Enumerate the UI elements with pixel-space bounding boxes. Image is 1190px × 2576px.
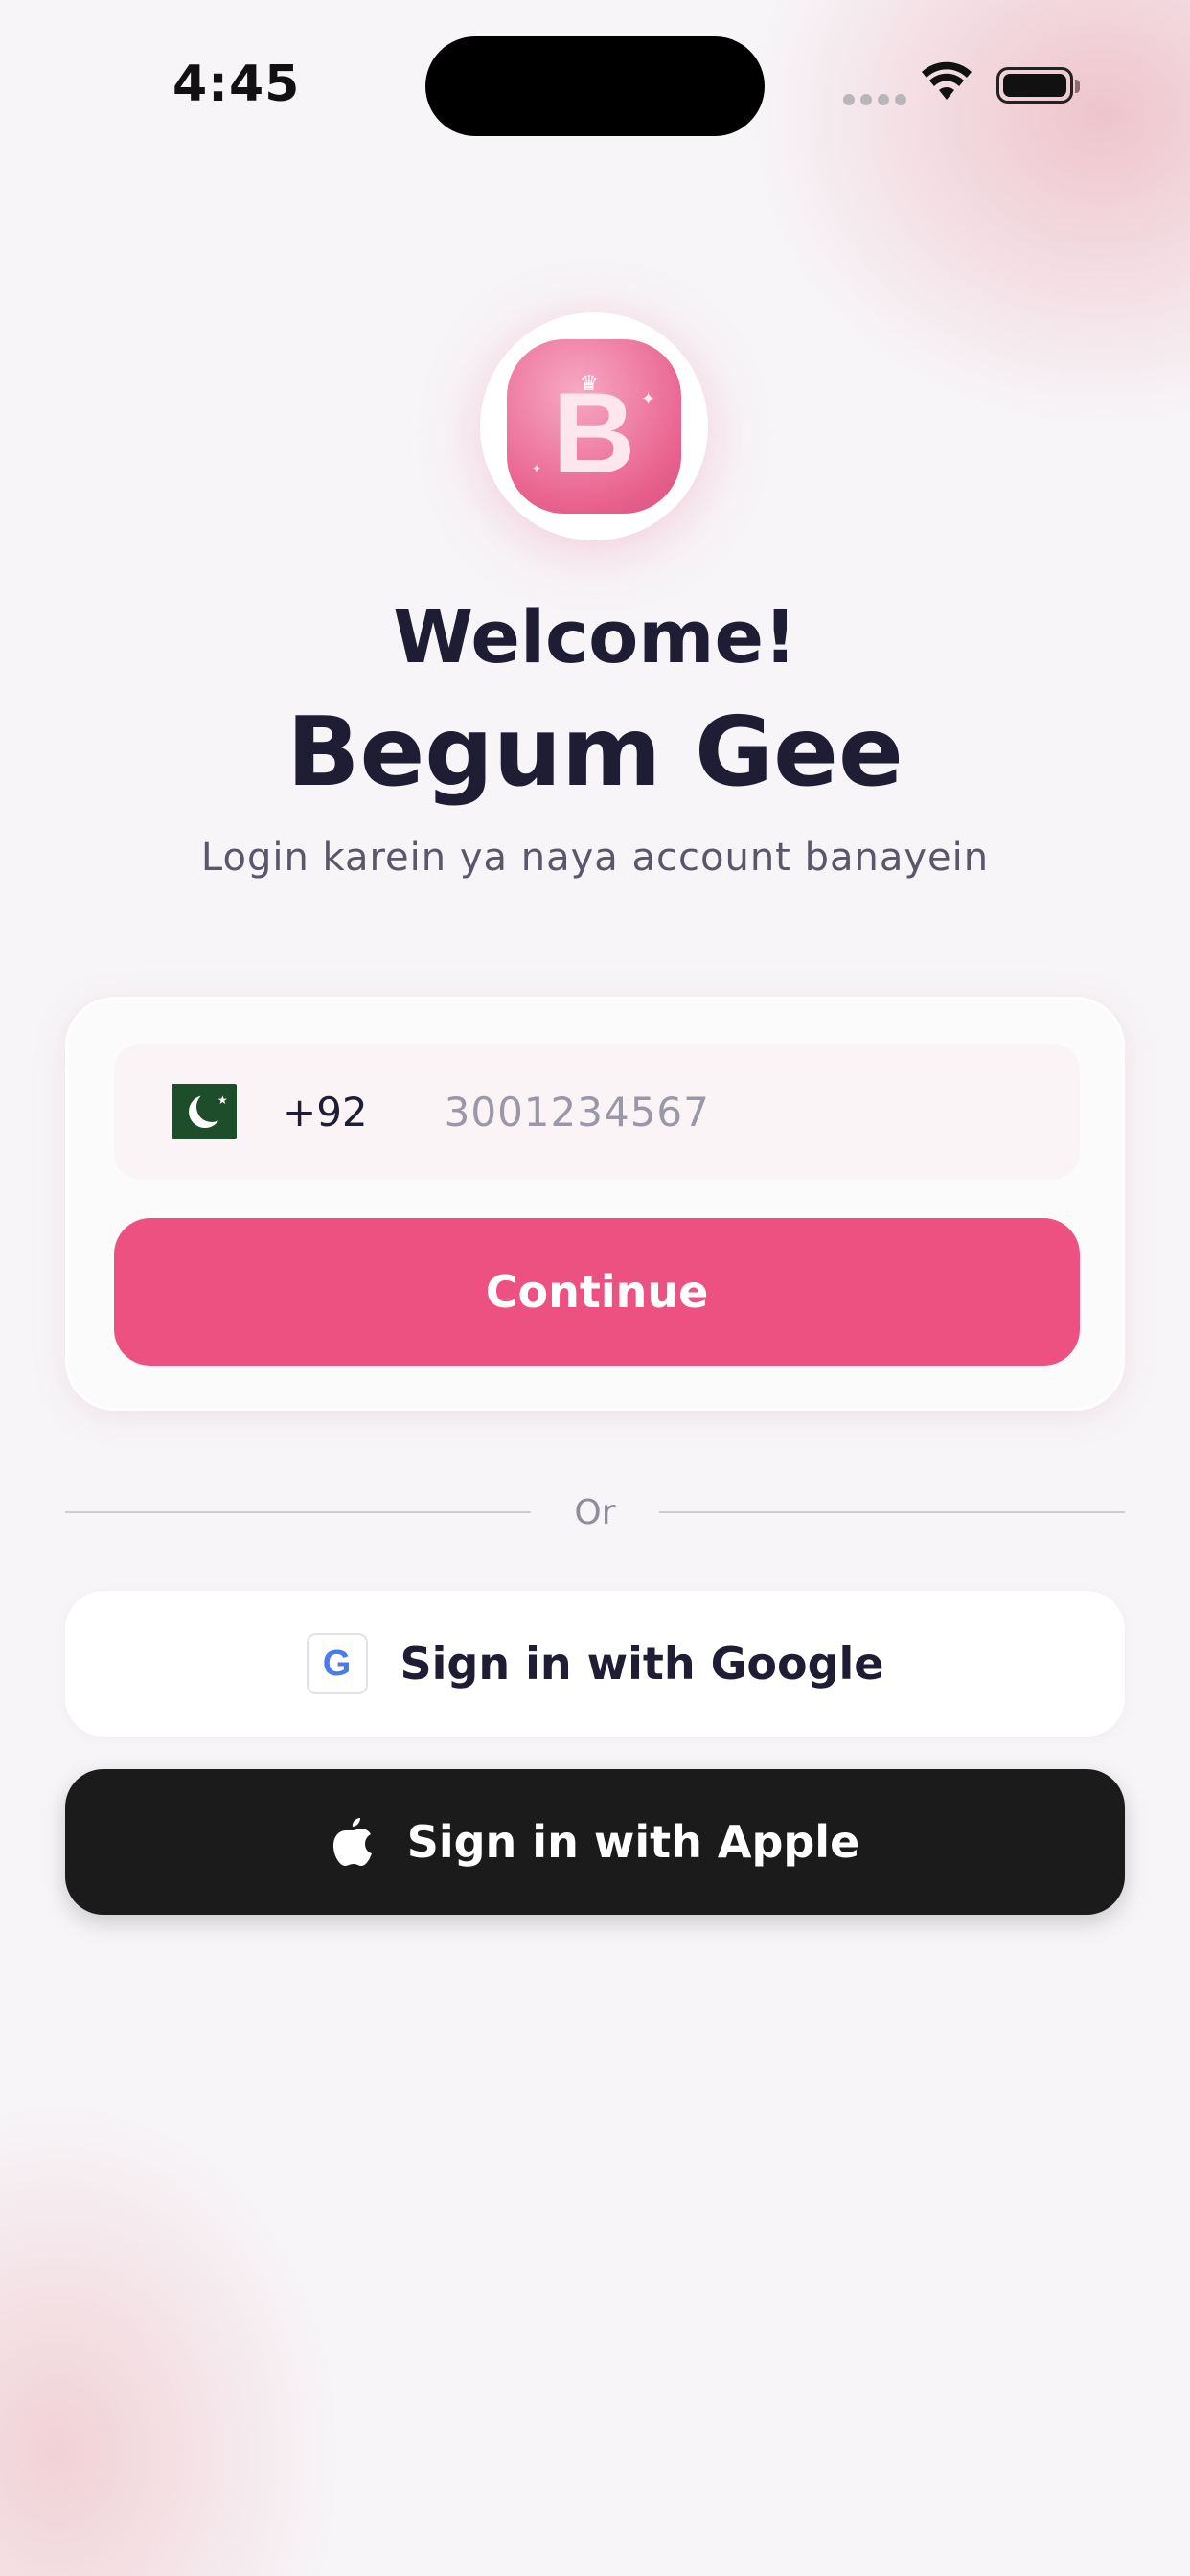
google-icon: G bbox=[306, 1633, 368, 1694]
dynamic-island bbox=[425, 36, 765, 136]
continue-button[interactable]: Continue bbox=[114, 1218, 1080, 1366]
cellular-signal-icon bbox=[843, 94, 906, 105]
wifi-icon bbox=[922, 61, 972, 100]
country-code[interactable]: +92 bbox=[283, 1089, 368, 1136]
apple-button-label: Sign in with Apple bbox=[406, 1816, 860, 1868]
or-divider: Or bbox=[65, 1491, 1125, 1533]
sparkle-icon: ✦ bbox=[532, 462, 542, 475]
divider-line bbox=[659, 1511, 1125, 1513]
brand-title: Begum Gee bbox=[286, 696, 904, 808]
apple-icon bbox=[332, 1818, 372, 1866]
crown-icon: ♛ bbox=[580, 372, 599, 396]
divider-line bbox=[65, 1511, 531, 1513]
sign-in-apple-button[interactable]: Sign in with Apple bbox=[65, 1769, 1125, 1915]
app-logo: ♛ ✦ ✦ B bbox=[480, 312, 708, 540]
sign-in-google-button[interactable]: G Sign in with Google bbox=[65, 1591, 1125, 1736]
battery-icon bbox=[996, 67, 1080, 104]
phone-login-card: ★ +92 Continue bbox=[65, 997, 1125, 1411]
phone-number-input[interactable] bbox=[442, 1087, 1080, 1137]
phone-input-row: ★ +92 bbox=[114, 1044, 1080, 1180]
welcome-heading: Welcome! bbox=[393, 594, 797, 679]
google-button-label: Sign in with Google bbox=[400, 1638, 884, 1690]
sparkle-icon: ✦ bbox=[641, 389, 656, 409]
status-time: 4:45 bbox=[172, 56, 301, 113]
pakistan-flag-icon[interactable]: ★ bbox=[172, 1084, 237, 1139]
login-subtitle: Login karein ya naya account banayein bbox=[200, 836, 990, 880]
or-label: Or bbox=[574, 1492, 616, 1532]
